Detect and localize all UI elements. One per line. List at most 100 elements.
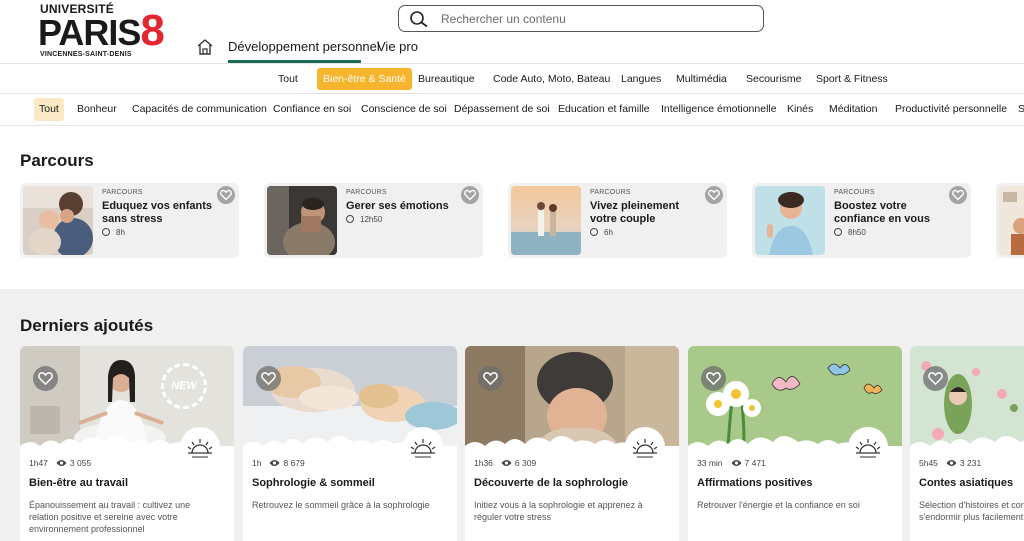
parcours-card[interactable]: PARCOURS Boostez votre confiance en vous… [752,183,971,258]
content-card[interactable]: 1h 8 679 Sophrologie & sommeil Retrouvez … [243,346,457,541]
parcours-duration-value: 8h50 [848,228,866,237]
subcategory-kines[interactable]: Kinés [782,98,818,121]
clock-icon [102,228,110,236]
subcategory-intelligence[interactable]: Intelligence émotionnelle [656,98,782,121]
logo-line3: VINCENNES-SAINT-DENIS [40,51,132,58]
card-description: Épanouissement au travail : cultivez une… [29,500,191,534]
logo-line2: PARIS8 [38,9,165,53]
card-views: 7 471 [744,458,766,468]
card-duration: 33 min [697,458,723,468]
favorite-heart-icon[interactable] [701,366,726,391]
card-views: 3 231 [959,458,982,468]
logo-eight: 8 [140,6,165,55]
parcours-card[interactable]: PARCOURS Gerer ses émotions 12h50 [264,183,483,258]
subcategory-productivite[interactable]: Productivité personnelle [890,98,1012,121]
parcours-duration-value: 12h50 [360,215,383,224]
card-meta: 1h36 6 309 [474,458,536,468]
subcategory-confiance[interactable]: Confiance en soi [268,98,356,121]
category-code-auto[interactable]: Code Auto, Moto, Bateau [487,68,616,90]
card-meta: 1h47 3 055 [29,458,91,468]
card-wave-decoration [910,436,1024,450]
category-sport-fitness[interactable]: Sport & Fitness [810,68,894,90]
parcours-thumbnail [755,186,825,255]
parcours-card[interactable]: PARCOURS Eduquez vos enfants sans stress… [20,183,239,258]
content-card[interactable]: 5h45 3 231 Contes asiatiques Sélection d'… [910,346,1024,541]
card-duration: 1h47 [29,458,48,468]
sunrise-icon [180,427,220,467]
content-card[interactable]: 33 min 7 471 Affirmations positives Retro… [688,346,902,541]
favorite-heart-icon[interactable] [478,366,503,391]
card-title: Contes asiatiques [919,477,1014,489]
favorite-heart-icon[interactable] [33,366,58,391]
card-description: Initiez vous à la sophrologie et apprene… [474,500,643,522]
new-badge: NEW [161,363,207,409]
content-card[interactable]: NEW 1h47 3 055 Bien-être au travail Épano… [20,346,234,541]
card-duration: 1h [252,458,262,468]
subcategory-education[interactable]: Education et famille [553,98,655,121]
clock-icon [834,228,842,236]
sunrise-icon [403,427,443,467]
parcours-thumbnail [999,186,1024,255]
favorite-heart-icon[interactable] [705,186,723,204]
page: UNIVERSITÉ PARIS8 VINCENNES-SAINT-DENIS … [0,0,1024,541]
favorite-heart-icon[interactable] [461,186,479,204]
parcours-card-title: Boostez votre confiance en vous [834,200,930,225]
search-box [398,5,764,32]
card-description: Retrouver l'énergie et la confiance en s… [697,500,860,510]
category-secourisme[interactable]: Secourisme [740,68,807,90]
parcours-card[interactable]: PARCOURS Vivez pleinement votre couple 6… [508,183,727,258]
new-badge-label: NEW [171,380,197,392]
favorite-heart-icon[interactable] [217,186,235,204]
clock-icon [590,228,598,236]
card-title: Découverte de la sophrologie [474,477,629,489]
university-logo[interactable]: UNIVERSITÉ PARIS8 VINCENNES-SAINT-DENIS [38,2,165,59]
card-meta: 33 min 7 471 [697,458,766,468]
card-views: 3 055 [69,458,92,468]
card-views: 6 309 [514,458,537,468]
parcours-card-partial[interactable] [996,183,1024,258]
views-eye-icon [269,460,280,466]
card-description: Retrouvez le sommeil grâce à la sophrolo… [252,500,430,510]
home-icon[interactable] [196,38,214,56]
parcours-kicker: PARCOURS [346,189,387,196]
derniers-title: Derniers ajoutés [20,316,154,335]
logo-paris: PARIS [38,12,141,53]
parcours-card-title: Vivez pleinement votre couple [590,200,680,225]
subcategory-communication[interactable]: Capacités de communication [127,98,272,121]
card-meta: 5h45 3 231 [919,458,981,468]
views-eye-icon [946,460,957,466]
subcategory-more[interactable]: S [1013,98,1024,121]
content-card[interactable]: 1h36 6 309 Découverte de la sophrologie I… [465,346,679,541]
views-eye-icon [56,460,67,466]
favorite-heart-icon[interactable] [256,366,281,391]
category-bar: Tout Bien-être & Santé Bureautique Code … [0,63,1024,94]
category-bureautique[interactable]: Bureautique [412,68,481,90]
sunrise-icon [848,427,888,467]
nav-vie-pro[interactable]: Vie pro [377,39,418,54]
subcategory-depassement[interactable]: Dépassement de soi [449,98,555,121]
nav-developpement-personnel[interactable]: Développement personnel [228,39,380,54]
header: UNIVERSITÉ PARIS8 VINCENNES-SAINT-DENIS … [0,0,1024,63]
subcategory-bonheur[interactable]: Bonheur [72,98,122,121]
parcours-thumbnail [267,186,337,255]
favorite-heart-icon[interactable] [923,366,948,391]
category-bien-etre-sante[interactable]: Bien-être & Santé [317,68,412,90]
parcours-card-title: Eduquez vos enfants sans stress [102,200,213,225]
search-input[interactable] [441,10,751,28]
parcours-duration: 12h50 [346,215,382,224]
subcategory-conscience[interactable]: Conscience de soi [356,98,452,121]
parcours-card-title: Gerer ses émotions [346,200,449,212]
search-icon[interactable] [409,10,429,28]
parcours-duration: 8h50 [834,228,866,237]
favorite-heart-icon[interactable] [949,186,967,204]
parcours-duration-value: 6h [604,228,613,237]
category-tout[interactable]: Tout [272,68,304,90]
category-multimedia[interactable]: Multimédia [670,68,733,90]
clock-icon [346,215,354,223]
subcategory-meditation[interactable]: Méditation [824,98,882,121]
parcours-kicker: PARCOURS [834,189,875,196]
category-langues[interactable]: Langues [615,68,667,90]
subcategory-tout[interactable]: Tout [34,98,64,121]
card-title: Sophrologie & sommeil [252,477,375,489]
card-duration: 1h36 [474,458,493,468]
